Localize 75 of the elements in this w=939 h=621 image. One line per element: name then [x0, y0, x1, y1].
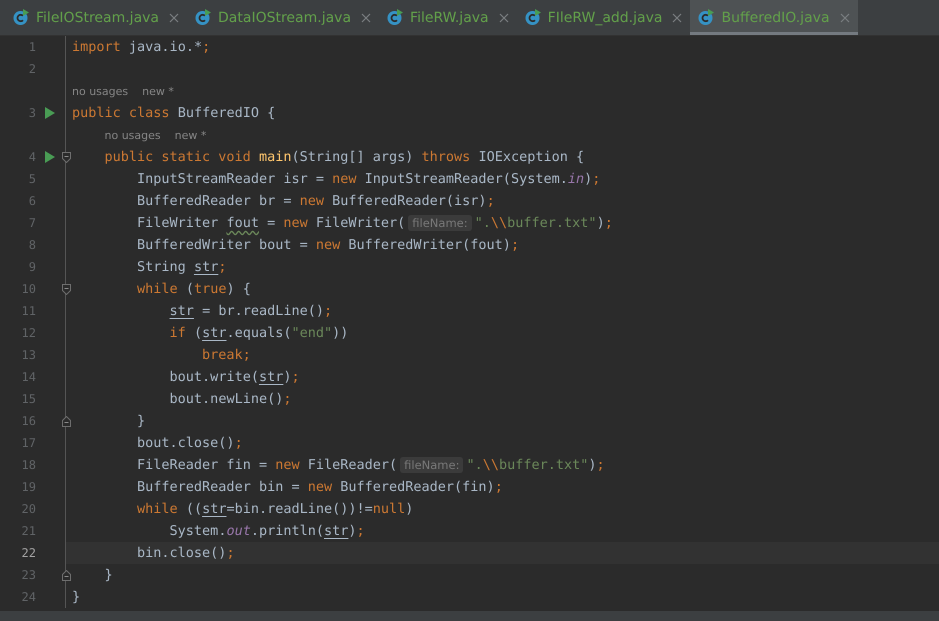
line-number: 4	[28, 150, 36, 164]
code-text: BufferedReader br = new BufferedReader(isr);	[136, 193, 495, 209]
file-tab[interactable]: FIleRW_add.java	[516, 0, 690, 35]
code-text: while ((str=bin.readLine())!=null)	[136, 501, 414, 517]
code-text: import java.io.*;	[72, 39, 210, 55]
code-text: public class BufferedIO {	[72, 105, 276, 121]
code-text: bout.write(str);	[168, 369, 300, 385]
class-file-icon	[195, 9, 212, 26]
line-number: 7	[28, 216, 36, 230]
line-number: 2	[28, 62, 36, 76]
class-file-icon	[698, 9, 716, 26]
author-hint[interactable]: new *	[174, 128, 206, 142]
code-text: str = br.readLine();	[168, 303, 332, 319]
line-number: 10	[20, 282, 36, 296]
line-number: 5	[28, 172, 36, 186]
fold-icon[interactable]	[62, 284, 71, 294]
line-number: 17	[20, 436, 36, 450]
line-number: 3	[28, 106, 36, 120]
class-file-icon	[387, 9, 404, 26]
code-text: while (true) {	[136, 281, 251, 297]
file-tab[interactable]: DataIOStream.java	[187, 0, 380, 35]
line-number: 12	[20, 326, 36, 340]
line-number: 13	[20, 348, 36, 362]
fold-icon[interactable]	[62, 416, 71, 426]
code-text: ".\\buffer.txt");	[474, 215, 613, 231]
line-number: 8	[28, 238, 36, 252]
parameter-hint: fileName:	[400, 457, 464, 473]
line-number: 18	[20, 458, 36, 472]
line-number: 1	[28, 40, 36, 54]
class-file-icon	[524, 9, 542, 26]
code-text: bin.close();	[136, 545, 235, 561]
fold-icon[interactable]	[62, 570, 71, 580]
code-text: if (str.equals("end"))	[168, 325, 348, 341]
close-icon[interactable]	[672, 12, 682, 22]
author-hint[interactable]: new *	[142, 84, 174, 98]
line-number: 16	[20, 414, 36, 428]
line-number: 21	[20, 524, 36, 538]
line-number: 11	[20, 304, 36, 318]
code-text: }	[136, 413, 146, 429]
parameter-hint: fileName:	[408, 215, 472, 231]
usages-hint[interactable]: no usages	[104, 128, 161, 142]
line-number: 24	[20, 590, 36, 604]
line-number: 6	[28, 194, 36, 208]
line-number: 22	[20, 546, 36, 560]
file-tab[interactable]: FileRW.java	[379, 0, 517, 35]
code-text: BufferedReader bin = new BufferedReader(fin);	[136, 479, 503, 495]
usages-hint[interactable]: no usages	[72, 84, 128, 98]
fold-icon[interactable]	[62, 152, 71, 162]
line-number: 20	[20, 502, 36, 516]
code-text: public static void main(String[] args) throws IOException {	[104, 149, 584, 165]
class-file-icon	[13, 9, 30, 26]
code-text: InputStreamReader isr = new InputStreamReader(System.in);	[136, 171, 600, 187]
code-text: System.out.println(str);	[168, 523, 365, 539]
run-icon[interactable]	[45, 107, 55, 119]
code-text: BufferedWriter bout = new BufferedWriter(fout);	[136, 237, 520, 253]
run-icon[interactable]	[45, 151, 55, 163]
close-icon[interactable]	[498, 12, 509, 22]
close-icon[interactable]	[169, 12, 180, 22]
line-number: 14	[20, 370, 36, 384]
file-tab[interactable]: FileIOStream.java	[5, 0, 188, 35]
line-number: 15	[20, 392, 36, 406]
code-text: break;	[201, 347, 251, 363]
code-text: }	[72, 589, 80, 605]
code-text: bout.close();	[136, 435, 243, 451]
line-number: 9	[28, 260, 36, 274]
close-icon[interactable]	[361, 12, 372, 22]
code-text: }	[104, 567, 113, 583]
code-text: FileWriter fout = new FileWriter(	[136, 215, 406, 231]
line-number: 19	[20, 480, 36, 494]
file-tab[interactable]: BufferedIO.java	[690, 0, 858, 35]
line-number: 23	[20, 568, 36, 582]
code-text: bout.newLine();	[168, 391, 292, 407]
code-text: FileReader fin = new FileReader(	[136, 457, 398, 473]
code-text: String str;	[136, 259, 226, 275]
code-text: ".\\buffer.txt");	[466, 457, 605, 473]
